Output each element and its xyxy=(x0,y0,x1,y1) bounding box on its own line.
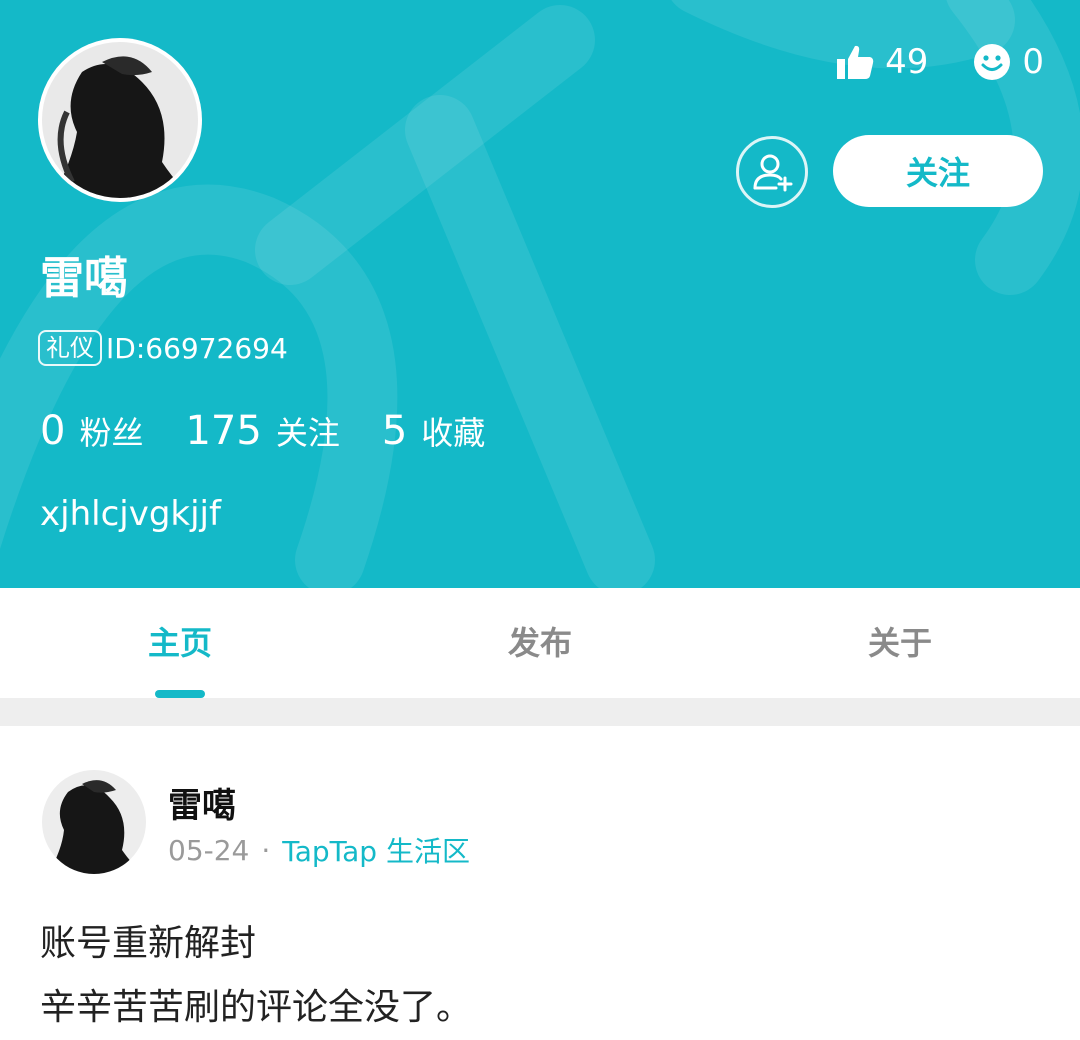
likes-count: 49 xyxy=(885,42,929,82)
profile-name: 雷噶 xyxy=(40,253,128,304)
tab-label: 关于 xyxy=(867,624,932,662)
tab-label: 主页 xyxy=(147,624,212,662)
post-line: 辛辛苦苦刷的评论全没了。 xyxy=(40,987,473,1028)
post-author-avatar[interactable] xyxy=(42,770,146,874)
user-badge[interactable]: 礼仪 xyxy=(38,330,102,366)
count-label: 关注 xyxy=(275,414,340,452)
post-forum-link[interactable]: TapTap 生活区 xyxy=(282,830,470,870)
profile-avatar[interactable] xyxy=(38,38,202,202)
post-meta: 05-24 · TapTap 生活区 xyxy=(168,830,470,870)
profile-counts: 0 粉丝 175 关注 5 收藏 xyxy=(40,408,527,454)
avatar-image xyxy=(42,42,198,198)
tab-label: 发布 xyxy=(507,624,572,662)
followers-count[interactable]: 0 粉丝 xyxy=(40,408,143,454)
follow-button[interactable]: 关注 xyxy=(833,135,1043,207)
user-id: ID:66972694 xyxy=(106,331,288,365)
count-number: 0 xyxy=(40,408,66,454)
avatar-image xyxy=(42,770,146,874)
post-date: 05-24 xyxy=(168,833,250,867)
section-divider xyxy=(0,698,1080,726)
favorites-count[interactable]: 5 收藏 xyxy=(382,408,485,454)
tab-home[interactable]: 主页 xyxy=(0,588,360,698)
post-author-name[interactable]: 雷噶 xyxy=(168,778,236,827)
following-count[interactable]: 175 关注 xyxy=(185,408,339,454)
tab-posts[interactable]: 发布 xyxy=(360,588,720,698)
add-friend-icon xyxy=(753,154,793,192)
active-tab-indicator xyxy=(155,690,205,698)
smiley-icon xyxy=(974,44,1011,80)
likes-stat[interactable]: 49 xyxy=(835,42,928,82)
post-content: 账号重新解封 辛辛苦苦刷的评论全没了。 xyxy=(40,912,472,1040)
profile-bio: xjhlcjvgkjjf xyxy=(40,494,221,534)
thumbs-up-icon xyxy=(837,45,874,79)
profile-header: 49 0 关注 雷噶 礼仪 ID:66972694 0 粉丝 175 关注 5 … xyxy=(0,0,1080,588)
count-label: 粉丝 xyxy=(79,414,144,452)
count-label: 收藏 xyxy=(421,414,486,452)
smiles-stat[interactable]: 0 xyxy=(972,42,1044,82)
count-number: 175 xyxy=(185,408,262,454)
post-line: 账号重新解封 xyxy=(40,923,257,964)
add-friend-button[interactable] xyxy=(736,136,808,208)
smiles-count: 0 xyxy=(1022,42,1044,82)
tab-about[interactable]: 关于 xyxy=(720,588,1080,698)
count-number: 5 xyxy=(381,408,408,454)
meta-separator: · xyxy=(261,833,271,867)
id-row: 礼仪 ID:66972694 xyxy=(38,330,288,366)
reaction-stats: 49 0 xyxy=(835,42,1044,82)
profile-tabs: 主页 发布 关于 xyxy=(0,588,1080,698)
feed-post[interactable]: 雷噶 05-24 · TapTap 生活区 账号重新解封 辛辛苦苦刷的评论全没了… xyxy=(0,726,1080,1040)
